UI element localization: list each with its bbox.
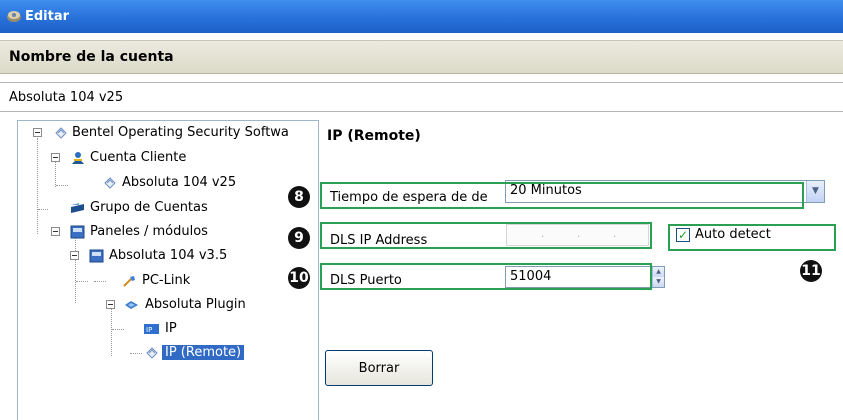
tree-item-cuenta-cliente[interactable]: Cuenta Cliente [18, 148, 318, 168]
account-name-value: Absoluta 104 v25 [9, 90, 124, 105]
tree-item-label: Paneles / módulos [90, 224, 208, 239]
tree-item-ip-remote[interactable]: IP (Remote) [18, 343, 318, 363]
tree-item-label: Cuenta Cliente [90, 150, 187, 165]
tree-item-ip[interactable]: IP IP [18, 319, 318, 339]
section-header: Nombre de la cuenta [0, 40, 843, 74]
tree-item-absoluta-v25[interactable]: Absoluta 104 v25 [18, 173, 318, 193]
callout-marker-11: 11 [800, 260, 822, 282]
collapse-icon[interactable] [70, 251, 79, 260]
tree-item-plugin[interactable]: Absoluta Plugin [18, 295, 318, 315]
tree-item-label: Bentel Operating Security Softwa [72, 125, 289, 140]
chevron-down-icon[interactable]: ▼ [652, 277, 664, 287]
tree-panel: Bentel Operating Security Softwa Cuenta … [17, 120, 319, 420]
collapse-icon[interactable] [106, 300, 115, 309]
callout-marker-10: 10 [288, 267, 310, 289]
chevron-up-icon[interactable]: ▲ [652, 267, 664, 277]
panel-icon [70, 225, 85, 239]
page-title: IP (Remote) [327, 128, 421, 144]
account-name-field[interactable]: Absoluta 104 v25 [0, 82, 843, 112]
tree-item-label-selected: IP (Remote) [162, 345, 245, 360]
network-icon [104, 177, 116, 189]
callout-marker-8: 8 [288, 186, 310, 208]
network-icon [146, 347, 158, 359]
network-icon [55, 127, 67, 139]
title-bar: Editar [0, 0, 843, 33]
tree-item-label: Grupo de Cuentas [90, 200, 208, 215]
highlight-auto-detect [668, 224, 836, 251]
app-icon [7, 11, 21, 22]
tree-item-grupo-cuentas[interactable]: Grupo de Cuentas [18, 198, 318, 218]
tree-item-absoluta-v35[interactable]: Absoluta 104 v3.5 [18, 246, 318, 266]
tree-item-label: Absoluta Plugin [145, 297, 246, 312]
collapse-icon[interactable] [51, 227, 60, 236]
collapse-icon[interactable] [33, 128, 42, 137]
user-icon [72, 152, 84, 164]
tree-line [75, 233, 76, 303]
callout-marker-9: 9 [288, 227, 310, 249]
section-title: Nombre de la cuenta [9, 49, 174, 65]
collapse-icon[interactable] [51, 153, 60, 162]
tree-item-bentel[interactable]: Bentel Operating Security Softwa [18, 123, 318, 143]
tree-item-label: Absoluta 104 v25 [122, 175, 237, 190]
chevron-down-icon[interactable]: ▼ [806, 181, 824, 202]
clear-button[interactable]: Borrar [325, 350, 433, 386]
svg-text:IP: IP [146, 326, 152, 334]
highlight-port [320, 263, 652, 290]
window-title: Editar [25, 9, 70, 24]
tree-item-pc-link[interactable]: PC-Link [18, 271, 318, 291]
tree-item-paneles[interactable]: Paneles / módulos [18, 222, 318, 242]
panel-icon [89, 249, 104, 263]
highlight-timeout [320, 182, 804, 209]
folder-icon [71, 203, 84, 213]
highlight-ip [320, 222, 652, 249]
tree-item-label: PC-Link [142, 273, 191, 288]
ip-icon: IP [144, 324, 159, 334]
tree-item-label: Absoluta 104 v3.5 [109, 248, 228, 263]
tree-item-label: IP [165, 321, 177, 336]
link-icon [123, 276, 135, 287]
plugin-icon [125, 301, 138, 309]
